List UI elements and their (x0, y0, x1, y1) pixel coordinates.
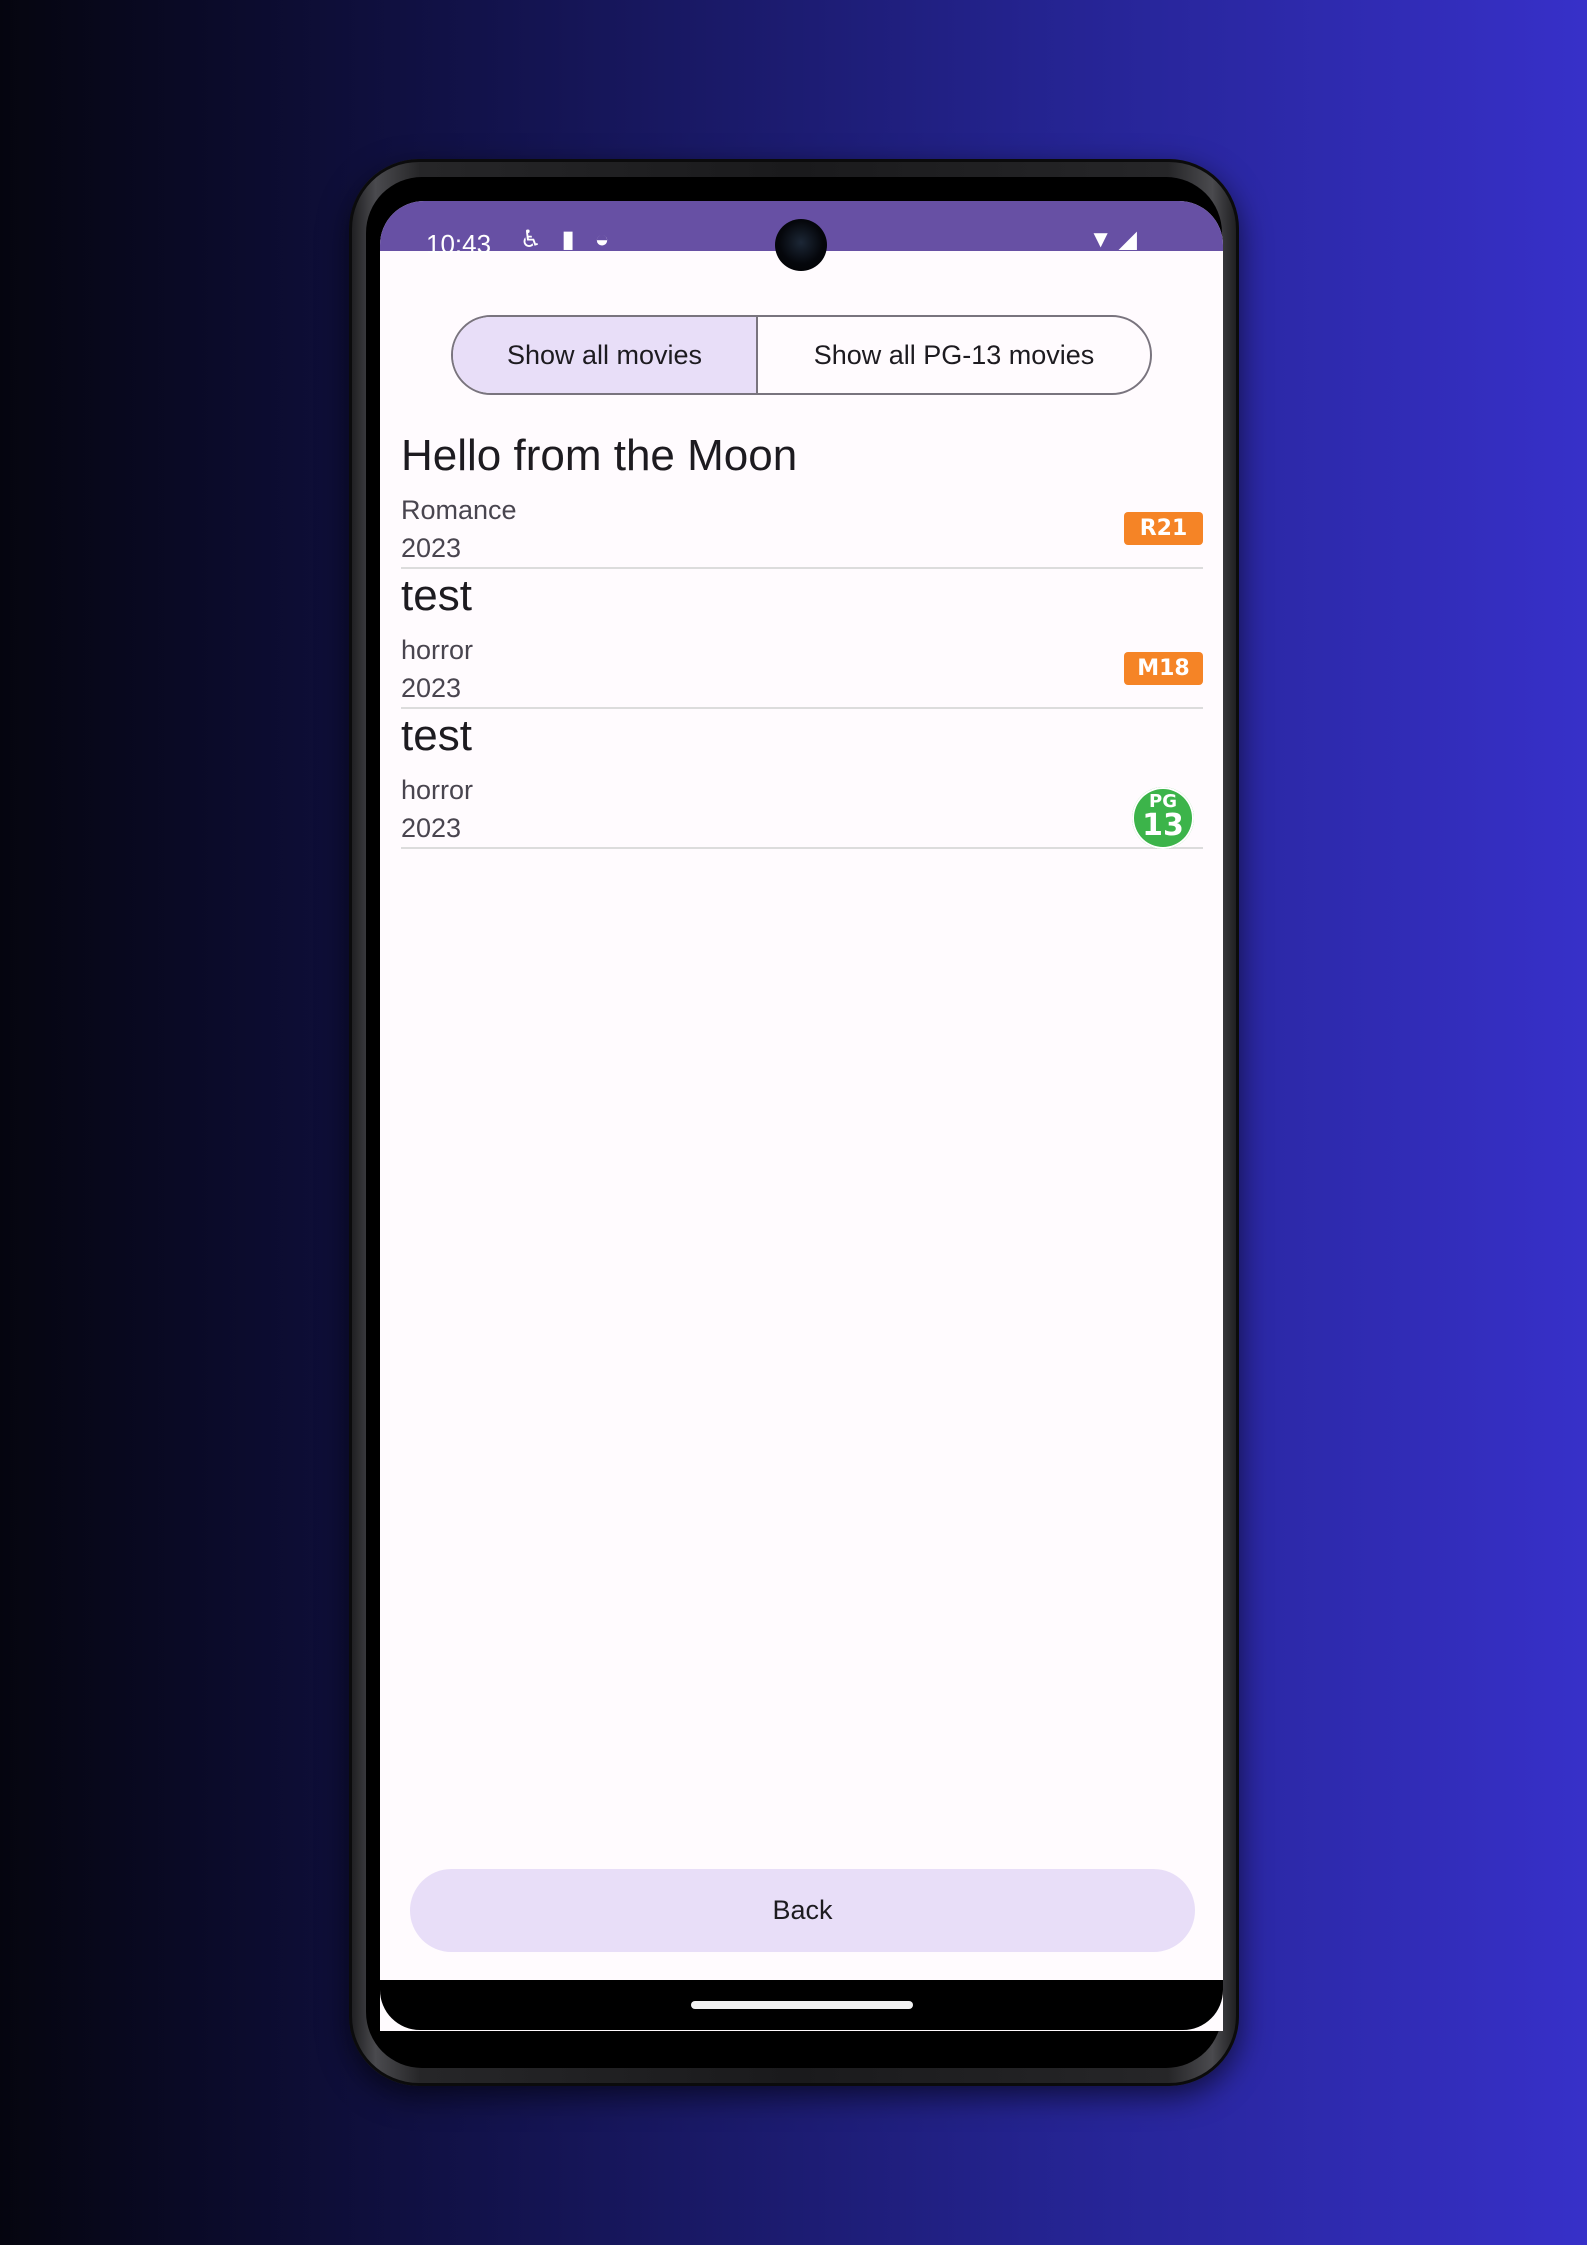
show-pg13-movies-button[interactable]: Show all PG-13 movies (758, 317, 1150, 393)
movie-year: 2023 (401, 533, 462, 563)
app-screen: 10:43 ♿▮◒ ▼◢ Show all movies Show all PG… (380, 201, 1223, 2031)
list-item[interactable]: Hello from the Moon Romance 2023 R21 (401, 429, 1203, 569)
rating-r21-icon: R21 (1124, 512, 1203, 545)
rating-pg-number: 13 (1142, 808, 1184, 843)
movie-list: Hello from the Moon Romance 2023 R21 tes… (401, 429, 1203, 849)
movie-title: Hello from the Moon (401, 431, 798, 480)
list-item[interactable]: test horror 2023 PG 13 (401, 709, 1203, 849)
list-item[interactable]: test horror 2023 M18 (401, 569, 1203, 709)
face-icon: ◒ (594, 226, 630, 253)
status-time: 10:43 (426, 229, 492, 259)
movie-title: test (401, 711, 472, 760)
movie-genre: horror (401, 635, 474, 665)
rating-m18-icon: M18 (1124, 652, 1203, 685)
movie-title: test (401, 571, 472, 620)
movie-genre: horror (401, 775, 474, 805)
filter-segmented-control: Show all movies Show all PG-13 movies (451, 315, 1152, 395)
movie-genre: Romance (401, 495, 517, 525)
wifi-icon: ▼ (1088, 226, 1119, 253)
accessibility-icon: ♿ (520, 226, 562, 253)
home-gesture-handle[interactable] (691, 2001, 913, 2009)
movie-year: 2023 (401, 673, 462, 703)
status-right-icons: ▼◢ (1089, 225, 1143, 254)
sd-card-icon: ▮ (561, 226, 595, 253)
rating-pg13-icon: PG 13 (1132, 787, 1194, 849)
status-left-icons: ♿▮◒ (520, 225, 629, 254)
back-button[interactable]: Back (410, 1869, 1195, 1952)
signal-icon: ◢ (1118, 226, 1143, 253)
front-camera (775, 219, 827, 271)
navigation-bar (380, 1980, 1223, 2030)
movie-year: 2023 (401, 813, 462, 843)
show-all-movies-button[interactable]: Show all movies (453, 317, 758, 393)
